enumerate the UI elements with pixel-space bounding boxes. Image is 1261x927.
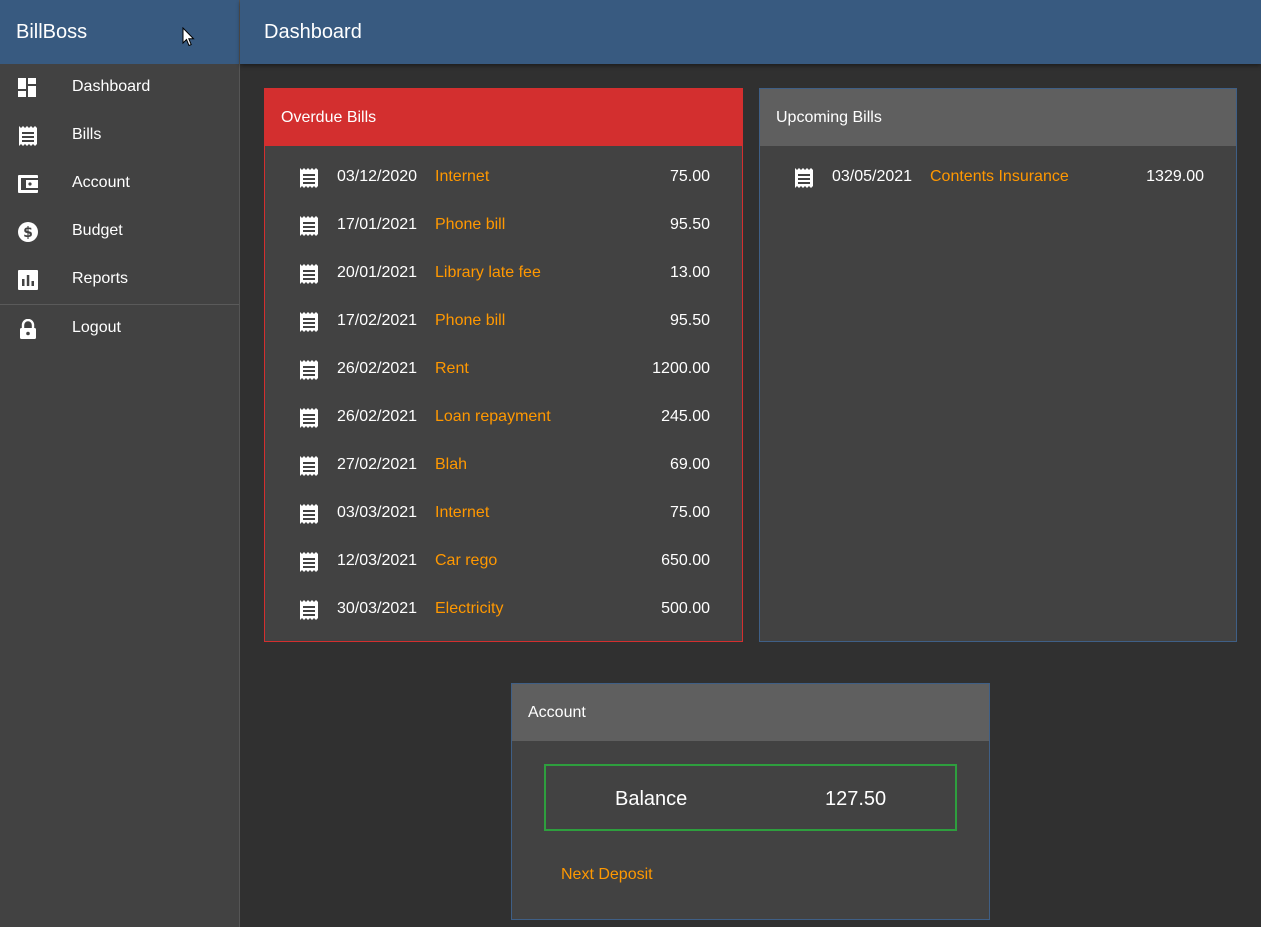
bill-date: 03/05/2021	[832, 168, 913, 185]
balance-value: 127.50	[825, 788, 887, 810]
bill-date: 03/03/2021	[337, 504, 418, 521]
sidebar-item-account[interactable]: Account	[0, 160, 239, 208]
sidebar-item-budget[interactable]: $ Budget	[0, 208, 239, 256]
page-header: Dashboard	[240, 0, 1261, 64]
sidebar-item-label: Reports	[72, 270, 129, 287]
account-card: Account Balance 127.50 Next Deposit	[511, 683, 990, 920]
bill-name-link[interactable]: Phone bill	[435, 312, 505, 330]
receipt-icon	[299, 600, 319, 620]
bill-name-link[interactable]: Rent	[435, 360, 469, 378]
bill-amount: 95.50	[669, 312, 710, 329]
bill-amount: 245.00	[661, 408, 710, 425]
next-deposit-link[interactable]: Next Deposit	[561, 866, 653, 884]
upcoming-bills-list: 03/05/2021 Contents Insurance 1329.00	[760, 146, 1236, 194]
receipt-icon	[299, 456, 319, 476]
bill-amount: 650.00	[661, 552, 710, 569]
brand-title: BillBoss	[0, 0, 239, 64]
overdue-bills-title: Overdue Bills	[265, 89, 742, 146]
dashboard-icon	[18, 78, 38, 98]
bill-name-link[interactable]: Blah	[435, 456, 467, 474]
bill-name-link[interactable]: Electricity	[435, 600, 503, 618]
bill-amount: 69.00	[669, 456, 710, 473]
bar-chart-icon	[18, 270, 38, 290]
receipt-icon	[299, 360, 319, 380]
bill-name-link[interactable]: Internet	[435, 504, 489, 522]
bill-row: 17/01/2021 Phone bill 95.50	[265, 194, 742, 242]
sidebar-item-label: Dashboard	[72, 78, 151, 95]
bill-row: 30/03/2021 Electricity 500.00	[265, 578, 742, 626]
sidebar-item-logout[interactable]: Logout	[0, 305, 239, 353]
receipt-icon	[299, 552, 319, 572]
bill-amount: 500.00	[661, 600, 710, 617]
bill-amount: 75.00	[669, 168, 710, 185]
bill-date: 26/02/2021	[337, 360, 418, 377]
receipt-icon	[299, 312, 319, 332]
bill-row: 26/02/2021 Loan repayment 245.00	[265, 386, 742, 434]
bill-date: 12/03/2021	[337, 552, 418, 569]
sidebar: BillBoss Dashboard Bills Account $ Budge…	[0, 0, 240, 927]
receipt-icon	[299, 216, 319, 236]
bill-name-link[interactable]: Internet	[435, 168, 489, 186]
mouse-cursor-icon	[182, 27, 196, 47]
bill-row: 03/03/2021 Internet 75.00	[265, 482, 742, 530]
bill-date: 27/02/2021	[337, 456, 418, 473]
bill-date: 17/01/2021	[337, 216, 418, 233]
bill-name-link[interactable]: Library late fee	[435, 264, 541, 282]
bill-name-link[interactable]: Loan repayment	[435, 408, 551, 426]
bill-amount: 1200.00	[652, 360, 710, 377]
account-card-title: Account	[512, 684, 989, 741]
overdue-bills-list: 03/12/2020 Internet 75.00 17/01/2021 Phone b…	[265, 146, 742, 626]
bill-row: 12/03/2021 Car rego 650.00	[265, 530, 742, 578]
bill-name-link[interactable]: Phone bill	[435, 216, 505, 234]
wallet-icon	[18, 174, 38, 194]
sidebar-item-bills[interactable]: Bills	[0, 112, 239, 160]
upcoming-bills-card: Upcoming Bills 03/05/2021 Contents Insura…	[759, 88, 1237, 642]
bill-amount: 95.50	[669, 216, 710, 233]
bill-name-link[interactable]: Contents Insurance	[930, 168, 1069, 186]
bill-row: 26/02/2021 Rent 1200.00	[265, 338, 742, 386]
sidebar-item-label: Logout	[72, 319, 121, 336]
balance-box: Balance 127.50	[544, 764, 957, 831]
upcoming-bills-title: Upcoming Bills	[760, 89, 1236, 146]
balance-label: Balance	[615, 788, 688, 810]
receipt-icon	[794, 168, 814, 188]
lock-icon	[18, 319, 38, 339]
bill-amount: 1329.00	[1146, 168, 1204, 185]
bill-amount: 75.00	[669, 504, 710, 521]
bill-row: 03/12/2020 Internet 75.00	[265, 146, 742, 194]
bill-row: 27/02/2021 Blah 69.00	[265, 434, 742, 482]
bill-row: 20/01/2021 Library late fee 13.00	[265, 242, 742, 290]
receipt-icon	[299, 264, 319, 284]
receipt-icon	[299, 504, 319, 524]
page-title: Dashboard	[264, 20, 362, 43]
sidebar-item-label: Budget	[72, 222, 123, 239]
receipt-icon	[299, 168, 319, 188]
overdue-bills-card: Overdue Bills 03/12/2020 Internet 75.00 17/…	[264, 88, 743, 642]
bill-date: 20/01/2021	[337, 264, 418, 281]
bill-row: 03/05/2021 Contents Insurance 1329.00	[760, 146, 1236, 194]
sidebar-item-reports[interactable]: Reports	[0, 256, 239, 304]
receipt-icon	[299, 408, 319, 428]
dollar-circle-icon: $	[18, 222, 38, 242]
bill-row: 17/02/2021 Phone bill 95.50	[265, 290, 742, 338]
sidebar-item-label: Bills	[72, 126, 102, 143]
bill-date: 26/02/2021	[337, 408, 418, 425]
bill-date: 30/03/2021	[337, 600, 418, 617]
bill-name-link[interactable]: Car rego	[435, 552, 497, 570]
bill-amount: 13.00	[669, 264, 710, 281]
receipt-icon	[18, 126, 38, 146]
bill-date: 03/12/2020	[337, 168, 418, 185]
sidebar-item-dashboard[interactable]: Dashboard	[0, 64, 239, 112]
bill-date: 17/02/2021	[337, 312, 418, 329]
svg-text:$: $	[23, 225, 33, 241]
sidebar-item-label: Account	[72, 174, 130, 191]
